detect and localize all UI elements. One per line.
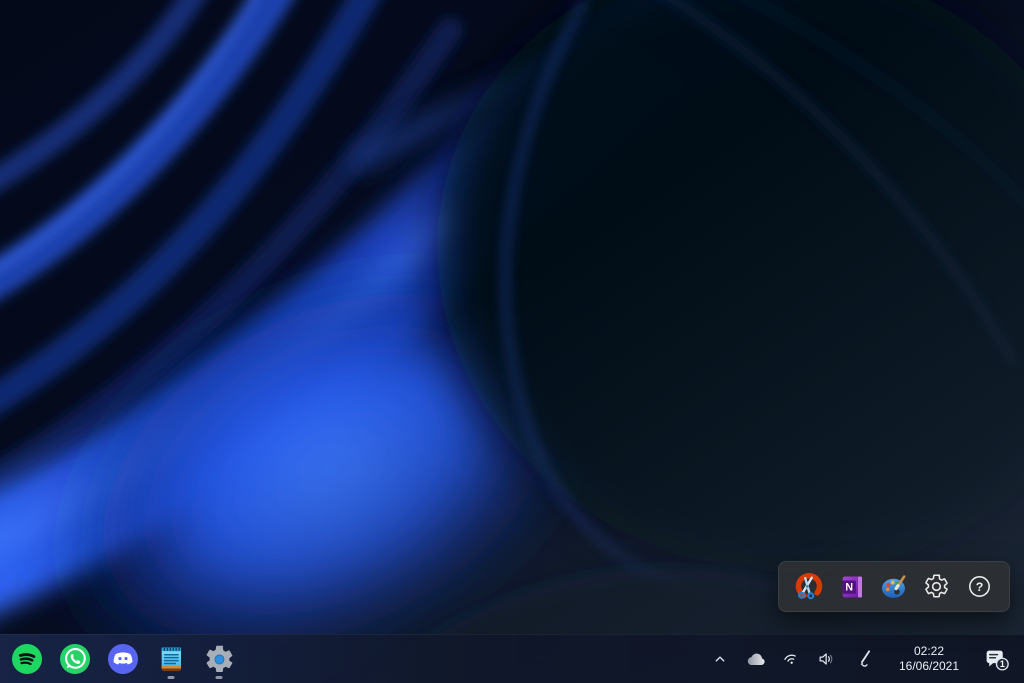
paint-icon: [878, 571, 910, 603]
paint-button[interactable]: [876, 568, 912, 606]
snipping-tool-button[interactable]: [791, 568, 827, 606]
clock-time: 02:22: [914, 644, 944, 659]
snipping-tool-icon: [794, 572, 824, 602]
tray-pen-button[interactable]: [844, 638, 884, 680]
taskbar-app-icons: [0, 635, 243, 683]
notification-center-button[interactable]: 1: [974, 638, 1018, 680]
help-glyph: ?: [975, 580, 983, 594]
clock-date: 16/06/2021: [899, 659, 959, 674]
taskbar-clock[interactable]: 02:22 16/06/2021: [884, 638, 974, 680]
settings-gear-icon: [203, 643, 236, 676]
onenote-icon: N: [837, 572, 867, 602]
taskbar: 02:22 16/06/2021 1: [0, 634, 1024, 683]
wifi-icon: [781, 649, 801, 669]
settings-outline-gear-icon: [923, 573, 950, 600]
taskbar-settings-button[interactable]: [195, 636, 243, 682]
tray-chevron-button[interactable]: [702, 638, 738, 680]
settings-flyout-button[interactable]: [919, 568, 955, 606]
notification-icon: 1: [983, 647, 1010, 672]
tray-onedrive-button[interactable]: [738, 638, 774, 680]
taskbar-notepad-button[interactable]: [147, 636, 195, 682]
spotify-icon: [10, 642, 44, 676]
taskbar-whatsapp-button[interactable]: [51, 636, 99, 682]
onenote-button[interactable]: N: [834, 568, 870, 606]
whatsapp-icon: [58, 642, 92, 676]
running-indicator: [168, 676, 175, 679]
onenote-letter: N: [845, 581, 853, 593]
chevron-up-icon: [711, 650, 729, 668]
discord-icon: [106, 642, 140, 676]
taskbar-spotify-button[interactable]: [3, 636, 51, 682]
tray-network-button[interactable]: [774, 638, 808, 680]
help-button[interactable]: ?: [961, 568, 997, 606]
notepad-icon: [155, 643, 187, 675]
notification-badge-count: 1: [999, 659, 1004, 669]
volume-speaker-icon: [815, 649, 837, 669]
taskbar-discord-button[interactable]: [99, 636, 147, 682]
desktop[interactable]: N ?: [0, 0, 1024, 683]
tray-volume-button[interactable]: [808, 638, 844, 680]
onedrive-cloud-icon: [745, 650, 767, 668]
help-question-icon: ?: [966, 573, 993, 600]
tray-overflow-panel: N ?: [778, 561, 1010, 612]
pen-ink-icon: [853, 648, 875, 670]
running-indicator: [216, 676, 223, 679]
system-tray: 02:22 16/06/2021 1: [702, 635, 1024, 683]
